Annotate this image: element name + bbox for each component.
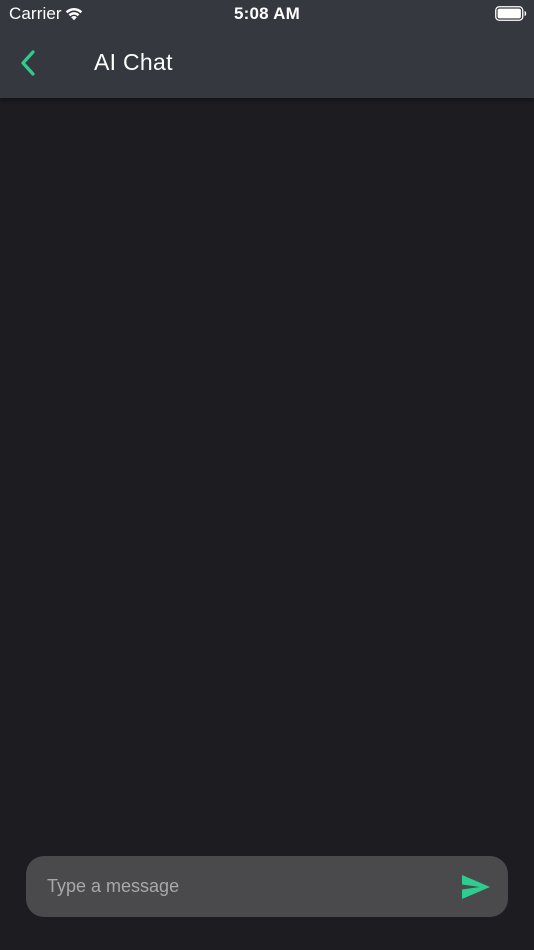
message-input[interactable]	[26, 856, 446, 917]
status-bar: Carrier 5:08 AM	[0, 0, 534, 28]
send-icon	[462, 875, 490, 899]
back-button[interactable]	[8, 42, 50, 84]
nav-bar: AI Chat	[0, 28, 534, 98]
send-button[interactable]	[456, 868, 496, 906]
battery-icon	[495, 6, 527, 21]
top-bar: Carrier 5:08 AM AI Chat	[0, 0, 534, 98]
status-time: 5:08 AM	[234, 4, 300, 23]
message-list[interactable]	[0, 98, 534, 838]
page-title: AI Chat	[94, 49, 173, 75]
message-composer	[26, 856, 508, 917]
chevron-left-icon	[21, 50, 35, 76]
